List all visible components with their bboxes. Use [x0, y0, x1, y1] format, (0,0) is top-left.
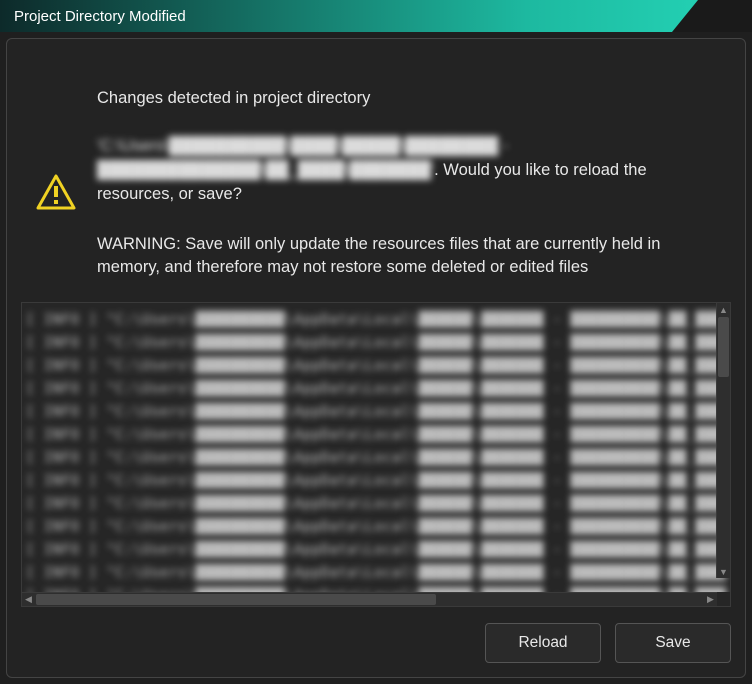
message-heading: Changes detected in project directory 'C…: [97, 63, 721, 207]
list-item[interactable]: [ INFO ] "C:\Users\██████████\AppData\Lo…: [26, 309, 726, 332]
list-item[interactable]: [ INFO ] "C:\Users\██████████\AppData\Lo…: [26, 355, 726, 378]
list-item[interactable]: [ INFO ] "C:\Users\██████████\AppData\Lo…: [26, 539, 726, 562]
list-item[interactable]: [ INFO ] "C:\Users\██████████\AppData\Lo…: [26, 562, 726, 585]
changes-list: [ INFO ] "C:\Users\██████████\AppData\Lo…: [21, 302, 731, 607]
vertical-scroll-thumb[interactable]: [718, 317, 729, 377]
list-item[interactable]: [ INFO ] "C:\Users\██████████\AppData\Lo…: [26, 401, 726, 424]
window-title: Project Directory Modified: [0, 8, 186, 25]
list-item[interactable]: [ INFO ] "C:\Users\██████████\AppData\Lo…: [26, 424, 726, 447]
dialog-body: Changes detected in project directory 'C…: [6, 38, 746, 678]
titlebar: Project Directory Modified: [0, 0, 752, 32]
vertical-scrollbar[interactable]: ▲ ▼: [716, 303, 730, 578]
message-text: Changes detected in project directory 'C…: [97, 63, 721, 280]
scroll-right-icon[interactable]: ▶: [704, 593, 717, 606]
reload-button[interactable]: Reload: [485, 623, 601, 663]
list-item[interactable]: [ INFO ] "C:\Users\██████████\AppData\Lo…: [26, 516, 726, 539]
message-row: Changes detected in project directory 'C…: [21, 53, 731, 302]
save-button[interactable]: Save: [615, 623, 731, 663]
list-item[interactable]: [ INFO ] "C:\Users\██████████\AppData\Lo…: [26, 447, 726, 470]
scroll-up-icon[interactable]: ▲: [717, 303, 730, 316]
list-item[interactable]: [ INFO ] "C:\Users\██████████\AppData\Lo…: [26, 378, 726, 401]
button-row: Reload Save: [21, 607, 731, 663]
message-heading-line1: Changes detected in project directory: [97, 89, 370, 107]
list-item[interactable]: [ INFO ] "C:\Users\██████████\AppData\Lo…: [26, 585, 726, 592]
list-item[interactable]: [ INFO ] "C:\Users\██████████\AppData\Lo…: [26, 470, 726, 493]
scroll-down-icon[interactable]: ▼: [717, 565, 730, 578]
dialog-window: Project Directory Modified Changes detec…: [0, 0, 752, 684]
list-item[interactable]: [ INFO ] "C:\Users\██████████\AppData\Lo…: [26, 332, 726, 355]
changes-list-viewport[interactable]: [ INFO ] "C:\Users\██████████\AppData\Lo…: [22, 303, 730, 592]
list-item[interactable]: [ INFO ] "C:\Users\██████████\AppData\Lo…: [26, 493, 726, 516]
horizontal-scrollbar[interactable]: ◀ ▶: [22, 592, 717, 606]
scroll-left-icon[interactable]: ◀: [22, 593, 35, 606]
titlebar-notch: [672, 0, 752, 32]
warning-icon: [31, 63, 81, 280]
message-warning: WARNING: Save will only update the resou…: [97, 233, 721, 281]
horizontal-scroll-thumb[interactable]: [36, 594, 436, 605]
